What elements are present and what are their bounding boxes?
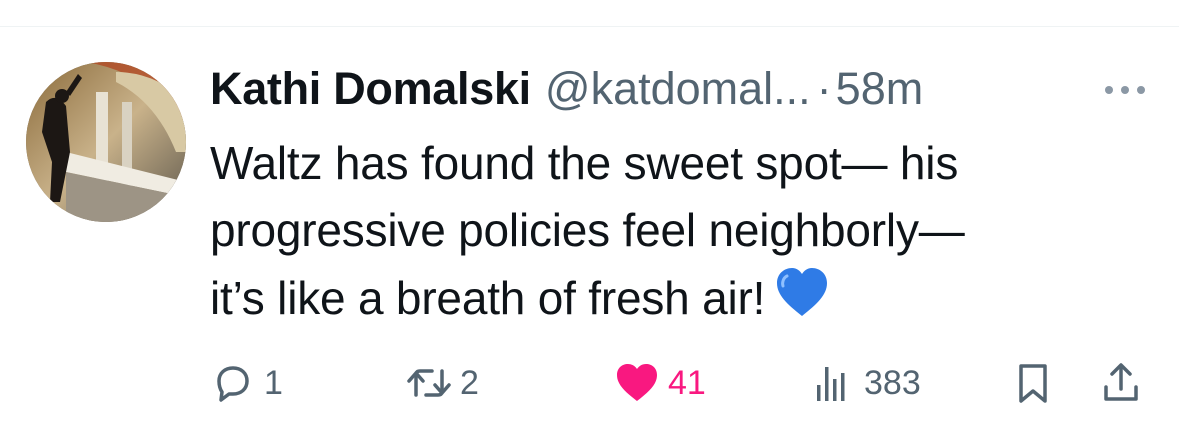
top-divider: [0, 26, 1179, 27]
bookmark-icon: [1010, 360, 1056, 406]
header-separator: ·: [816, 63, 832, 114]
tweet-text: Waltz has found the sweet spot— his prog…: [210, 130, 1150, 332]
tweet-actions: 1 2 41 383: [210, 355, 1150, 411]
tweet-text-line: Waltz has found the sweet spot— his: [210, 137, 959, 189]
author-display-name[interactable]: Kathi Domalski: [210, 63, 531, 115]
tweet-timestamp[interactable]: 58m: [836, 63, 924, 115]
heart-filled-icon: [614, 360, 660, 406]
share-icon: [1098, 360, 1144, 406]
views-icon: [810, 360, 856, 406]
tweet-header: Kathi Domalski @katdomal... · 58m: [210, 58, 1160, 120]
avatar-photo: [26, 62, 186, 222]
tweet-text-line: progressive policies feel neighborly—: [210, 204, 965, 256]
views-count: 383: [864, 363, 921, 402]
author-handle[interactable]: @katdomal...: [545, 63, 811, 115]
more-dots-icon: [1105, 86, 1145, 94]
reply-count: 1: [264, 363, 283, 402]
like-button[interactable]: 41: [614, 355, 706, 411]
tweet-text-line-with-emoji: it’s like a breath of fresh air!: [210, 264, 1150, 332]
bookmark-button[interactable]: [1010, 355, 1056, 411]
share-button[interactable]: [1098, 355, 1144, 411]
more-options-button[interactable]: [1095, 70, 1155, 110]
tweet-text-line: it’s like a breath of fresh air!: [210, 272, 766, 324]
like-count: 41: [668, 363, 706, 402]
blue-heart-emoji-icon: [777, 268, 828, 316]
retweet-button[interactable]: 2: [406, 355, 479, 411]
retweet-icon: [406, 360, 452, 406]
retweet-count: 2: [460, 363, 479, 402]
views-button[interactable]: 383: [810, 355, 921, 411]
avatar[interactable]: [26, 62, 186, 222]
reply-button[interactable]: 1: [210, 355, 283, 411]
reply-icon: [210, 360, 256, 406]
